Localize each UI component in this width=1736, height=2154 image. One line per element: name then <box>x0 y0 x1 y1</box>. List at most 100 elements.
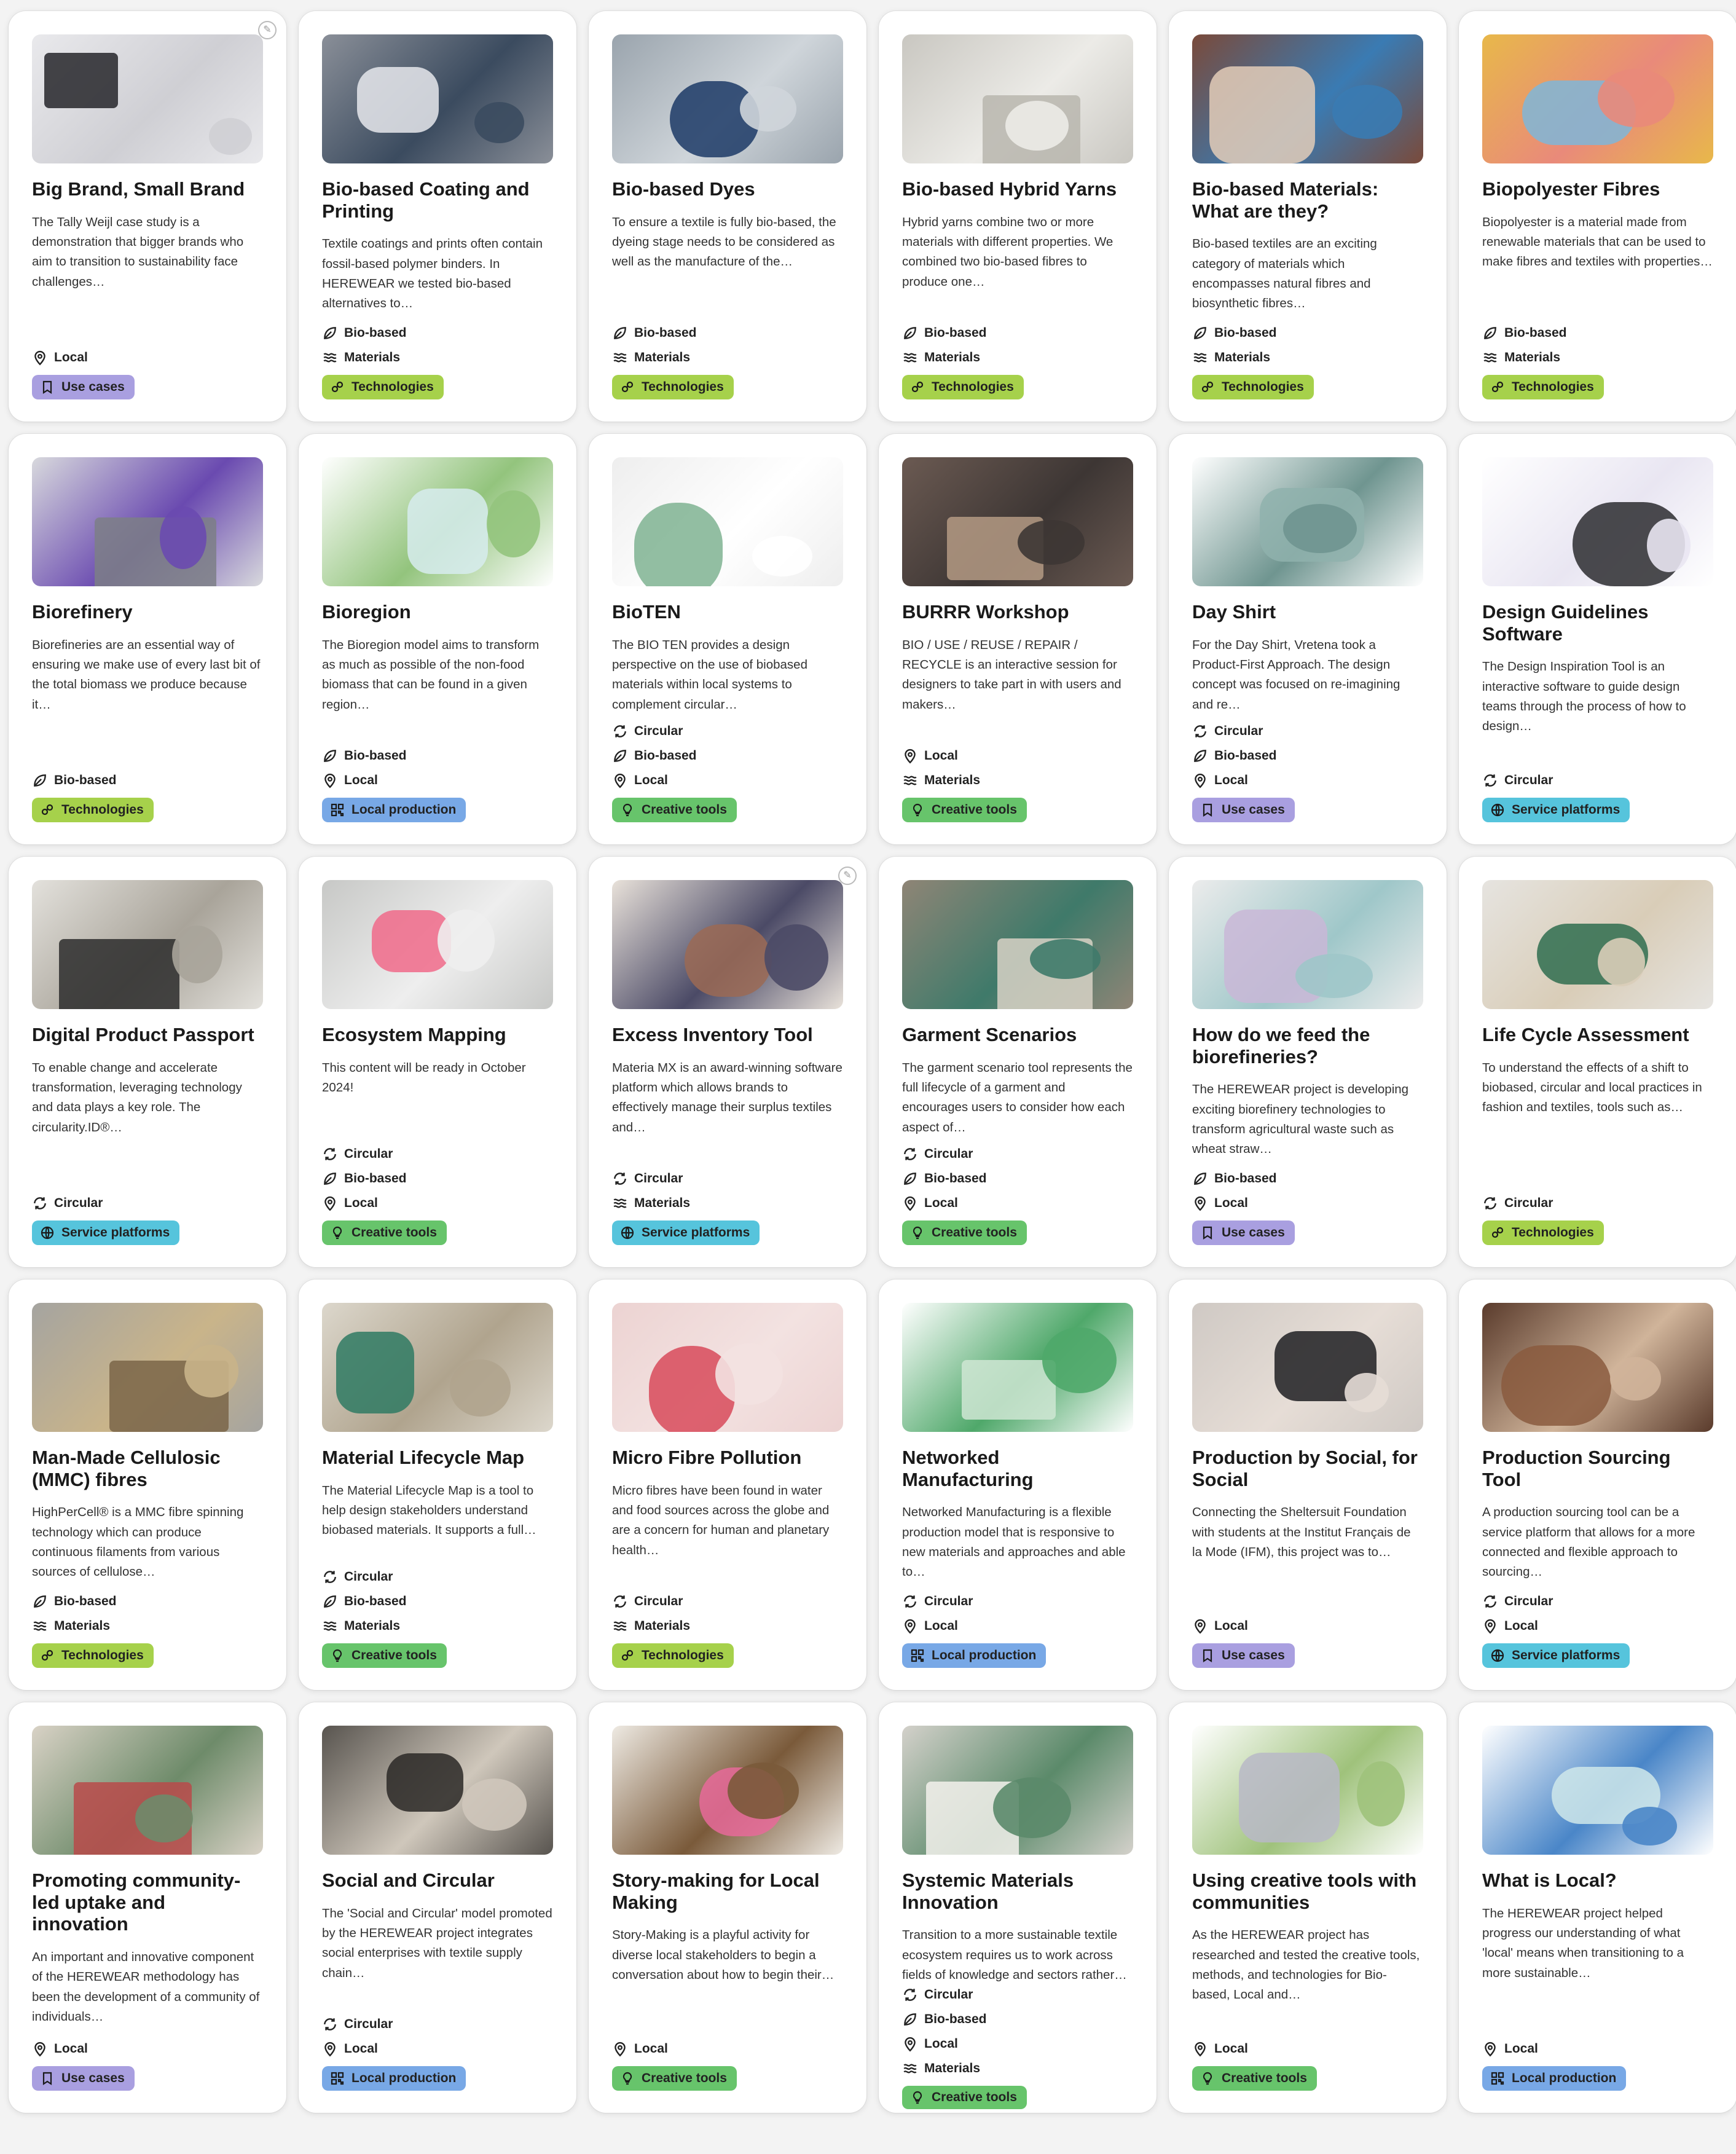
resource-card[interactable]: Digital Product Passport To enable change… <box>9 857 286 1267</box>
resource-card[interactable]: Life Cycle Assessment To understand the e… <box>1459 857 1736 1267</box>
card-title[interactable]: Systemic Materials Innovation <box>902 1869 1133 1913</box>
resource-card[interactable]: Production Sourcing Tool A production sou… <box>1459 1279 1736 1690</box>
card-title[interactable]: Promoting community-led uptake and innov… <box>32 1869 263 1935</box>
category-badge[interactable]: Service platforms <box>1482 798 1630 822</box>
category-badge[interactable]: Service platforms <box>612 1220 760 1245</box>
card-title[interactable]: BURRR Workshop <box>902 601 1133 623</box>
card-title[interactable]: Material Lifecycle Map <box>322 1447 553 1469</box>
resource-card[interactable]: Bioregion The Bioregion model aims to tra… <box>299 434 576 844</box>
leaf-icon <box>322 325 338 341</box>
category-badge[interactable]: Use cases <box>1192 1643 1295 1668</box>
category-badge[interactable]: Local production <box>1482 2066 1627 2091</box>
category-badge[interactable]: Creative tools <box>612 2066 737 2091</box>
card-title[interactable]: Micro Fibre Pollution <box>612 1447 843 1469</box>
card-title[interactable]: Bio-based Dyes <box>612 178 843 200</box>
card-title[interactable]: What is Local? <box>1482 1869 1713 1892</box>
card-title[interactable]: Bio-based Materials: What are they? <box>1192 178 1423 222</box>
lightbulb-icon <box>1200 2070 1216 2086</box>
resource-card[interactable]: Garment Scenarios The garment scenario to… <box>879 857 1157 1267</box>
category-badge[interactable]: Use cases <box>32 375 135 399</box>
category-badge[interactable]: Use cases <box>1192 798 1295 822</box>
resource-card[interactable]: Bio-based Dyes To ensure a textile is ful… <box>589 11 866 422</box>
category-badge[interactable]: Technologies <box>1192 375 1314 399</box>
category-badge[interactable]: Creative tools <box>612 798 737 822</box>
card-title[interactable]: Bioregion <box>322 601 553 623</box>
category-badge[interactable]: Local production <box>322 798 466 822</box>
category-badge[interactable]: Service platforms <box>1482 1643 1630 1668</box>
category-badge[interactable]: Technologies <box>902 375 1024 399</box>
category-label: Creative tools <box>932 2090 1017 2105</box>
category-badge[interactable]: Technologies <box>612 375 734 399</box>
resource-card[interactable]: Man-Made Cellulosic (MMC) fibres HighPerC… <box>9 1279 286 1690</box>
card-title[interactable]: Ecosystem Mapping <box>322 1024 553 1046</box>
resource-card[interactable]: Promoting community-led uptake and innov… <box>9 1702 286 2113</box>
resource-card[interactable]: Bio-based Materials: What are they? Bio-b… <box>1169 11 1447 422</box>
resource-card[interactable]: Using creative tools with communities As … <box>1169 1702 1447 2113</box>
card-title[interactable]: Bio-based Coating and Printing <box>322 178 553 222</box>
resource-card[interactable]: Networked Manufacturing Networked Manufac… <box>879 1279 1157 1690</box>
category-badge[interactable]: Use cases <box>32 2066 135 2091</box>
card-title[interactable]: Social and Circular <box>322 1869 553 1892</box>
category-badge[interactable]: Technologies <box>1482 1220 1604 1245</box>
card-title[interactable]: Using creative tools with communities <box>1192 1869 1423 1913</box>
category-badge[interactable]: Local production <box>322 2066 466 2091</box>
resource-card[interactable]: Design Guidelines Software The Design Ins… <box>1459 434 1736 844</box>
card-title[interactable]: Networked Manufacturing <box>902 1447 1133 1490</box>
category-badge[interactable]: Creative tools <box>902 798 1027 822</box>
resource-card[interactable]: ✎ Excess Inventory Tool Materia MX is an a… <box>589 857 866 1267</box>
tag-local: Local <box>322 771 553 790</box>
card-title[interactable]: Production Sourcing Tool <box>1482 1447 1713 1490</box>
resource-card[interactable]: Story-making for Local Making Story-Makin… <box>589 1702 866 2113</box>
category-badge[interactable]: Creative tools <box>322 1643 447 1668</box>
card-title[interactable]: How do we feed the biorefineries? <box>1192 1024 1423 1067</box>
card-title[interactable]: Design Guidelines Software <box>1482 601 1713 645</box>
category-badge[interactable]: Local production <box>902 1643 1047 1668</box>
category-badge[interactable]: Technologies <box>322 375 444 399</box>
card-title[interactable]: Bio-based Hybrid Yarns <box>902 178 1133 200</box>
resource-card[interactable]: Material Lifecycle Map The Material Lifec… <box>299 1279 576 1690</box>
resource-card[interactable]: ✎ Big Brand, Small Brand The Tally Weijl c… <box>9 11 286 422</box>
category-badge[interactable]: Technologies <box>612 1643 734 1668</box>
resource-card[interactable]: Day Shirt For the Day Shirt, Vretena took… <box>1169 434 1447 844</box>
card-title[interactable]: Digital Product Passport <box>32 1024 263 1046</box>
resource-card[interactable]: Social and Circular The 'Social and Circu… <box>299 1702 576 2113</box>
category-badge[interactable]: Technologies <box>1482 375 1604 399</box>
category-badge[interactable]: Technologies <box>32 798 154 822</box>
card-title[interactable]: Man-Made Cellulosic (MMC) fibres <box>32 1447 263 1490</box>
card-title[interactable]: Biopolyester Fibres <box>1482 178 1713 200</box>
resource-card[interactable]: Micro Fibre Pollution Micro fibres have b… <box>589 1279 866 1690</box>
category-badge[interactable]: Creative tools <box>902 2086 1027 2110</box>
resource-card[interactable]: What is Local? The HEREWEAR project helpe… <box>1459 1702 1736 2113</box>
category-badge[interactable]: Service platforms <box>32 1220 180 1245</box>
card-title[interactable]: Story-making for Local Making <box>612 1869 843 1913</box>
resource-card[interactable]: Systemic Materials Innovation Transition … <box>879 1702 1157 2113</box>
edit-pencil-icon[interactable]: ✎ <box>258 21 277 39</box>
category-badge[interactable]: Creative tools <box>902 1220 1027 1245</box>
category-badge[interactable]: Use cases <box>1192 1220 1295 1245</box>
category-badge[interactable]: Technologies <box>32 1643 154 1668</box>
tag-circular: Circular <box>612 1169 843 1189</box>
resource-card[interactable]: Biopolyester Fibres Biopolyester is a mat… <box>1459 11 1736 422</box>
card-title[interactable]: Production by Social, for Social <box>1192 1447 1423 1490</box>
thumbnail-shape <box>438 910 495 972</box>
resource-card[interactable]: Bio-based Hybrid Yarns Hybrid yarns combi… <box>879 11 1157 422</box>
resource-card[interactable]: Biorefinery Biorefineries are an essentia… <box>9 434 286 844</box>
card-title[interactable]: Biorefinery <box>32 601 263 623</box>
resource-card[interactable]: Production by Social, for Social Connecti… <box>1169 1279 1447 1690</box>
resource-card[interactable]: Bio-based Coating and Printing Textile co… <box>299 11 576 422</box>
card-title[interactable]: Excess Inventory Tool <box>612 1024 843 1046</box>
edit-pencil-icon[interactable]: ✎ <box>838 867 857 885</box>
resource-card[interactable]: BURRR Workshop BIO / USE / REUSE / REPAIR… <box>879 434 1157 844</box>
card-title[interactable]: Day Shirt <box>1192 601 1423 623</box>
card-title[interactable]: BioTEN <box>612 601 843 623</box>
card-title[interactable]: Big Brand, Small Brand <box>32 178 263 200</box>
card-title[interactable]: Life Cycle Assessment <box>1482 1024 1713 1046</box>
resource-card[interactable]: BioTEN The BIO TEN provides a design pers… <box>589 434 866 844</box>
resource-card[interactable]: How do we feed the biorefineries? The HER… <box>1169 857 1447 1267</box>
resource-card[interactable]: Ecosystem Mapping This content will be re… <box>299 857 576 1267</box>
category-badge[interactable]: Creative tools <box>1192 2066 1317 2091</box>
category-badge[interactable]: Creative tools <box>322 1220 447 1245</box>
card-title[interactable]: Garment Scenarios <box>902 1024 1133 1046</box>
